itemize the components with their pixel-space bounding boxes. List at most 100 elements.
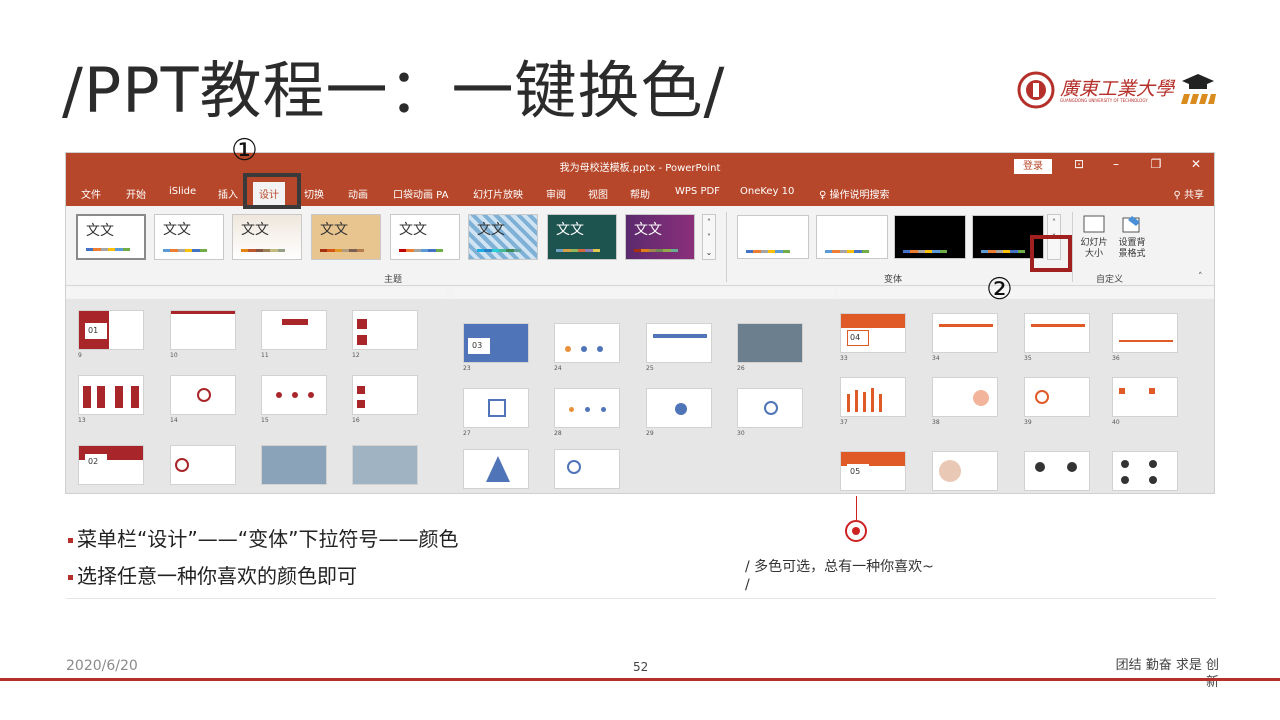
slide-thumb[interactable] — [261, 310, 327, 350]
menu-onekey[interactable]: OneKey 10 — [740, 186, 794, 197]
menu-review[interactable]: 审阅 — [546, 186, 566, 201]
theme-thumb-2[interactable]: 文文 — [154, 214, 224, 260]
slide-thumb[interactable]: 04 — [840, 313, 906, 353]
slide-number: 15 — [261, 417, 269, 424]
slide-number: 40 — [1112, 419, 1120, 426]
slide-number: 14 — [170, 417, 178, 424]
theme-thumb-8[interactable]: 文文 — [625, 214, 695, 260]
theme-thumb-5[interactable]: 文文 — [390, 214, 460, 260]
tell-me-search[interactable]: ♀ 操作说明搜索 — [819, 186, 890, 201]
slide-thumb[interactable] — [352, 310, 418, 350]
menu-wps-pdf[interactable]: WPS PDF — [675, 186, 720, 197]
variant-thumb-1[interactable] — [737, 215, 809, 259]
variant-thumb-3[interactable] — [894, 215, 966, 259]
slide-size-label: 幻灯片 大小 — [1080, 238, 1108, 259]
slide-thumb[interactable] — [840, 377, 906, 417]
theme-thumb-4[interactable]: 文文 — [311, 214, 381, 260]
slide-thumb[interactable] — [261, 375, 327, 415]
bullet-2: 选择任意一种你喜欢的颜色即可 — [68, 560, 357, 589]
menu-transitions[interactable]: 切换 — [304, 186, 324, 201]
variant-thumb-2[interactable] — [816, 215, 888, 259]
variants-more-highlight — [1030, 235, 1072, 272]
slide-thumb[interactable] — [352, 375, 418, 415]
note-line-1: / 多色可选，总有一种你喜欢~ — [745, 559, 934, 575]
slide-thumb[interactable] — [737, 323, 803, 363]
menu-home[interactable]: 开始 — [126, 186, 146, 201]
slide-thumb[interactable] — [1024, 451, 1090, 491]
university-logo: 廣東工業大學 GUANGDONG UNIVERSITY OF TECHNOLOG… — [1016, 68, 1216, 112]
logo-subtext: GUANGDONG UNIVERSITY OF TECHNOLOGY — [1060, 98, 1148, 103]
slide-number: 36 — [1112, 355, 1120, 362]
slide-thumb[interactable] — [352, 445, 418, 485]
minimize-icon[interactable]: – — [1106, 157, 1126, 171]
slide-number: 39 — [1024, 419, 1032, 426]
collapse-ribbon-icon[interactable]: ˄ — [1198, 272, 1203, 282]
ribbon-display-icon[interactable]: ⊡ — [1069, 157, 1089, 171]
slide-thumb[interactable] — [646, 388, 712, 428]
slide-thumb[interactable] — [463, 449, 529, 489]
menu-slideshow[interactable]: 幻灯片放映 — [473, 186, 523, 201]
menu-insert[interactable]: 插入 — [218, 186, 238, 201]
slide-size-button[interactable]: 幻灯片 大小 — [1078, 214, 1110, 260]
close-icon[interactable]: ✕ — [1186, 157, 1206, 171]
slide-thumb[interactable] — [646, 323, 712, 363]
theme-thumb-office[interactable]: 文文 — [76, 214, 146, 260]
theme-thumb-text: 文文 — [241, 222, 269, 238]
slide-thumb[interactable]: 02 — [78, 445, 144, 485]
menu-animations[interactable]: 动画 — [348, 186, 368, 201]
bullet-1: 菜单栏“设计”——“变体”下拉符号——颜色 — [68, 523, 458, 552]
slide-thumb[interactable] — [170, 310, 236, 350]
share-button[interactable]: ⚲ 共享 — [1173, 186, 1204, 201]
design-tab-highlight — [243, 173, 301, 209]
step-1-marker: ① — [231, 133, 258, 168]
menu-file[interactable]: 文件 — [81, 186, 101, 201]
slide-thumb[interactable] — [170, 375, 236, 415]
slide-thumb[interactable]: 03 — [463, 323, 529, 363]
person-add-icon: ⚲ — [1173, 190, 1184, 201]
menu-view[interactable]: 视图 — [588, 186, 608, 201]
theme-thumb-6[interactable]: 文文 — [468, 214, 538, 260]
page-number: 52 — [633, 660, 649, 674]
share-label: 共享 — [1184, 190, 1204, 201]
format-background-icon — [1122, 216, 1140, 233]
menu-bar: 文件 开始 iSlide 插入 设计 切换 动画 口袋动画 PA 幻灯片放映 审… — [66, 179, 1214, 206]
slide-thumb[interactable]: 05 — [840, 451, 906, 491]
restore-icon[interactable]: ❐ — [1146, 157, 1166, 171]
theme-thumb-7[interactable]: 文文 — [547, 214, 617, 260]
slide-number: 13 — [78, 417, 86, 424]
themes-scroll[interactable]: ˄ ˅ ⌄ — [702, 214, 716, 260]
menu-pocket-animation[interactable]: 口袋动画 PA — [393, 186, 448, 201]
slide-thumb[interactable] — [463, 388, 529, 428]
slide-thumb[interactable] — [1112, 313, 1178, 353]
themes-group-label: 主题 — [384, 275, 403, 285]
graduation-cap-icon — [1181, 74, 1216, 104]
sorter-header-3 — [838, 288, 1214, 298]
theme-thumb-text: 文文 — [634, 222, 662, 238]
slide-thumb[interactable] — [932, 377, 998, 417]
slide-thumb[interactable] — [1112, 451, 1178, 491]
slide-thumb[interactable] — [737, 388, 803, 428]
slide-number: 28 — [554, 430, 562, 437]
slide-thumb[interactable]: 01 — [78, 310, 144, 350]
menu-help[interactable]: 帮助 — [630, 186, 650, 201]
pointer-target-icon — [845, 520, 867, 542]
slide-thumb[interactable] — [932, 451, 998, 491]
login-button[interactable]: 登录 — [1014, 159, 1052, 174]
format-background-button[interactable]: 设置背 景格式 — [1114, 214, 1150, 260]
slide-thumb[interactable] — [932, 313, 998, 353]
slide-thumb[interactable] — [1112, 377, 1178, 417]
chevron-up-icon[interactable]: ˄ — [1048, 215, 1060, 230]
slide-thumb[interactable] — [1024, 313, 1090, 353]
slide-thumb[interactable] — [1024, 377, 1090, 417]
slide-thumb[interactable] — [554, 323, 620, 363]
slide-thumb[interactable] — [554, 388, 620, 428]
slide-thumb[interactable] — [554, 449, 620, 489]
more-icon[interactable]: ⌄ — [703, 245, 715, 260]
chevron-down-icon[interactable]: ˅ — [703, 230, 715, 245]
theme-thumb-3[interactable]: 文文 — [232, 214, 302, 260]
slide-thumb[interactable] — [78, 375, 144, 415]
chevron-up-icon[interactable]: ˄ — [703, 215, 715, 230]
slide-thumb[interactable] — [170, 445, 236, 485]
slide-thumb[interactable] — [261, 445, 327, 485]
menu-islide[interactable]: iSlide — [169, 186, 196, 197]
